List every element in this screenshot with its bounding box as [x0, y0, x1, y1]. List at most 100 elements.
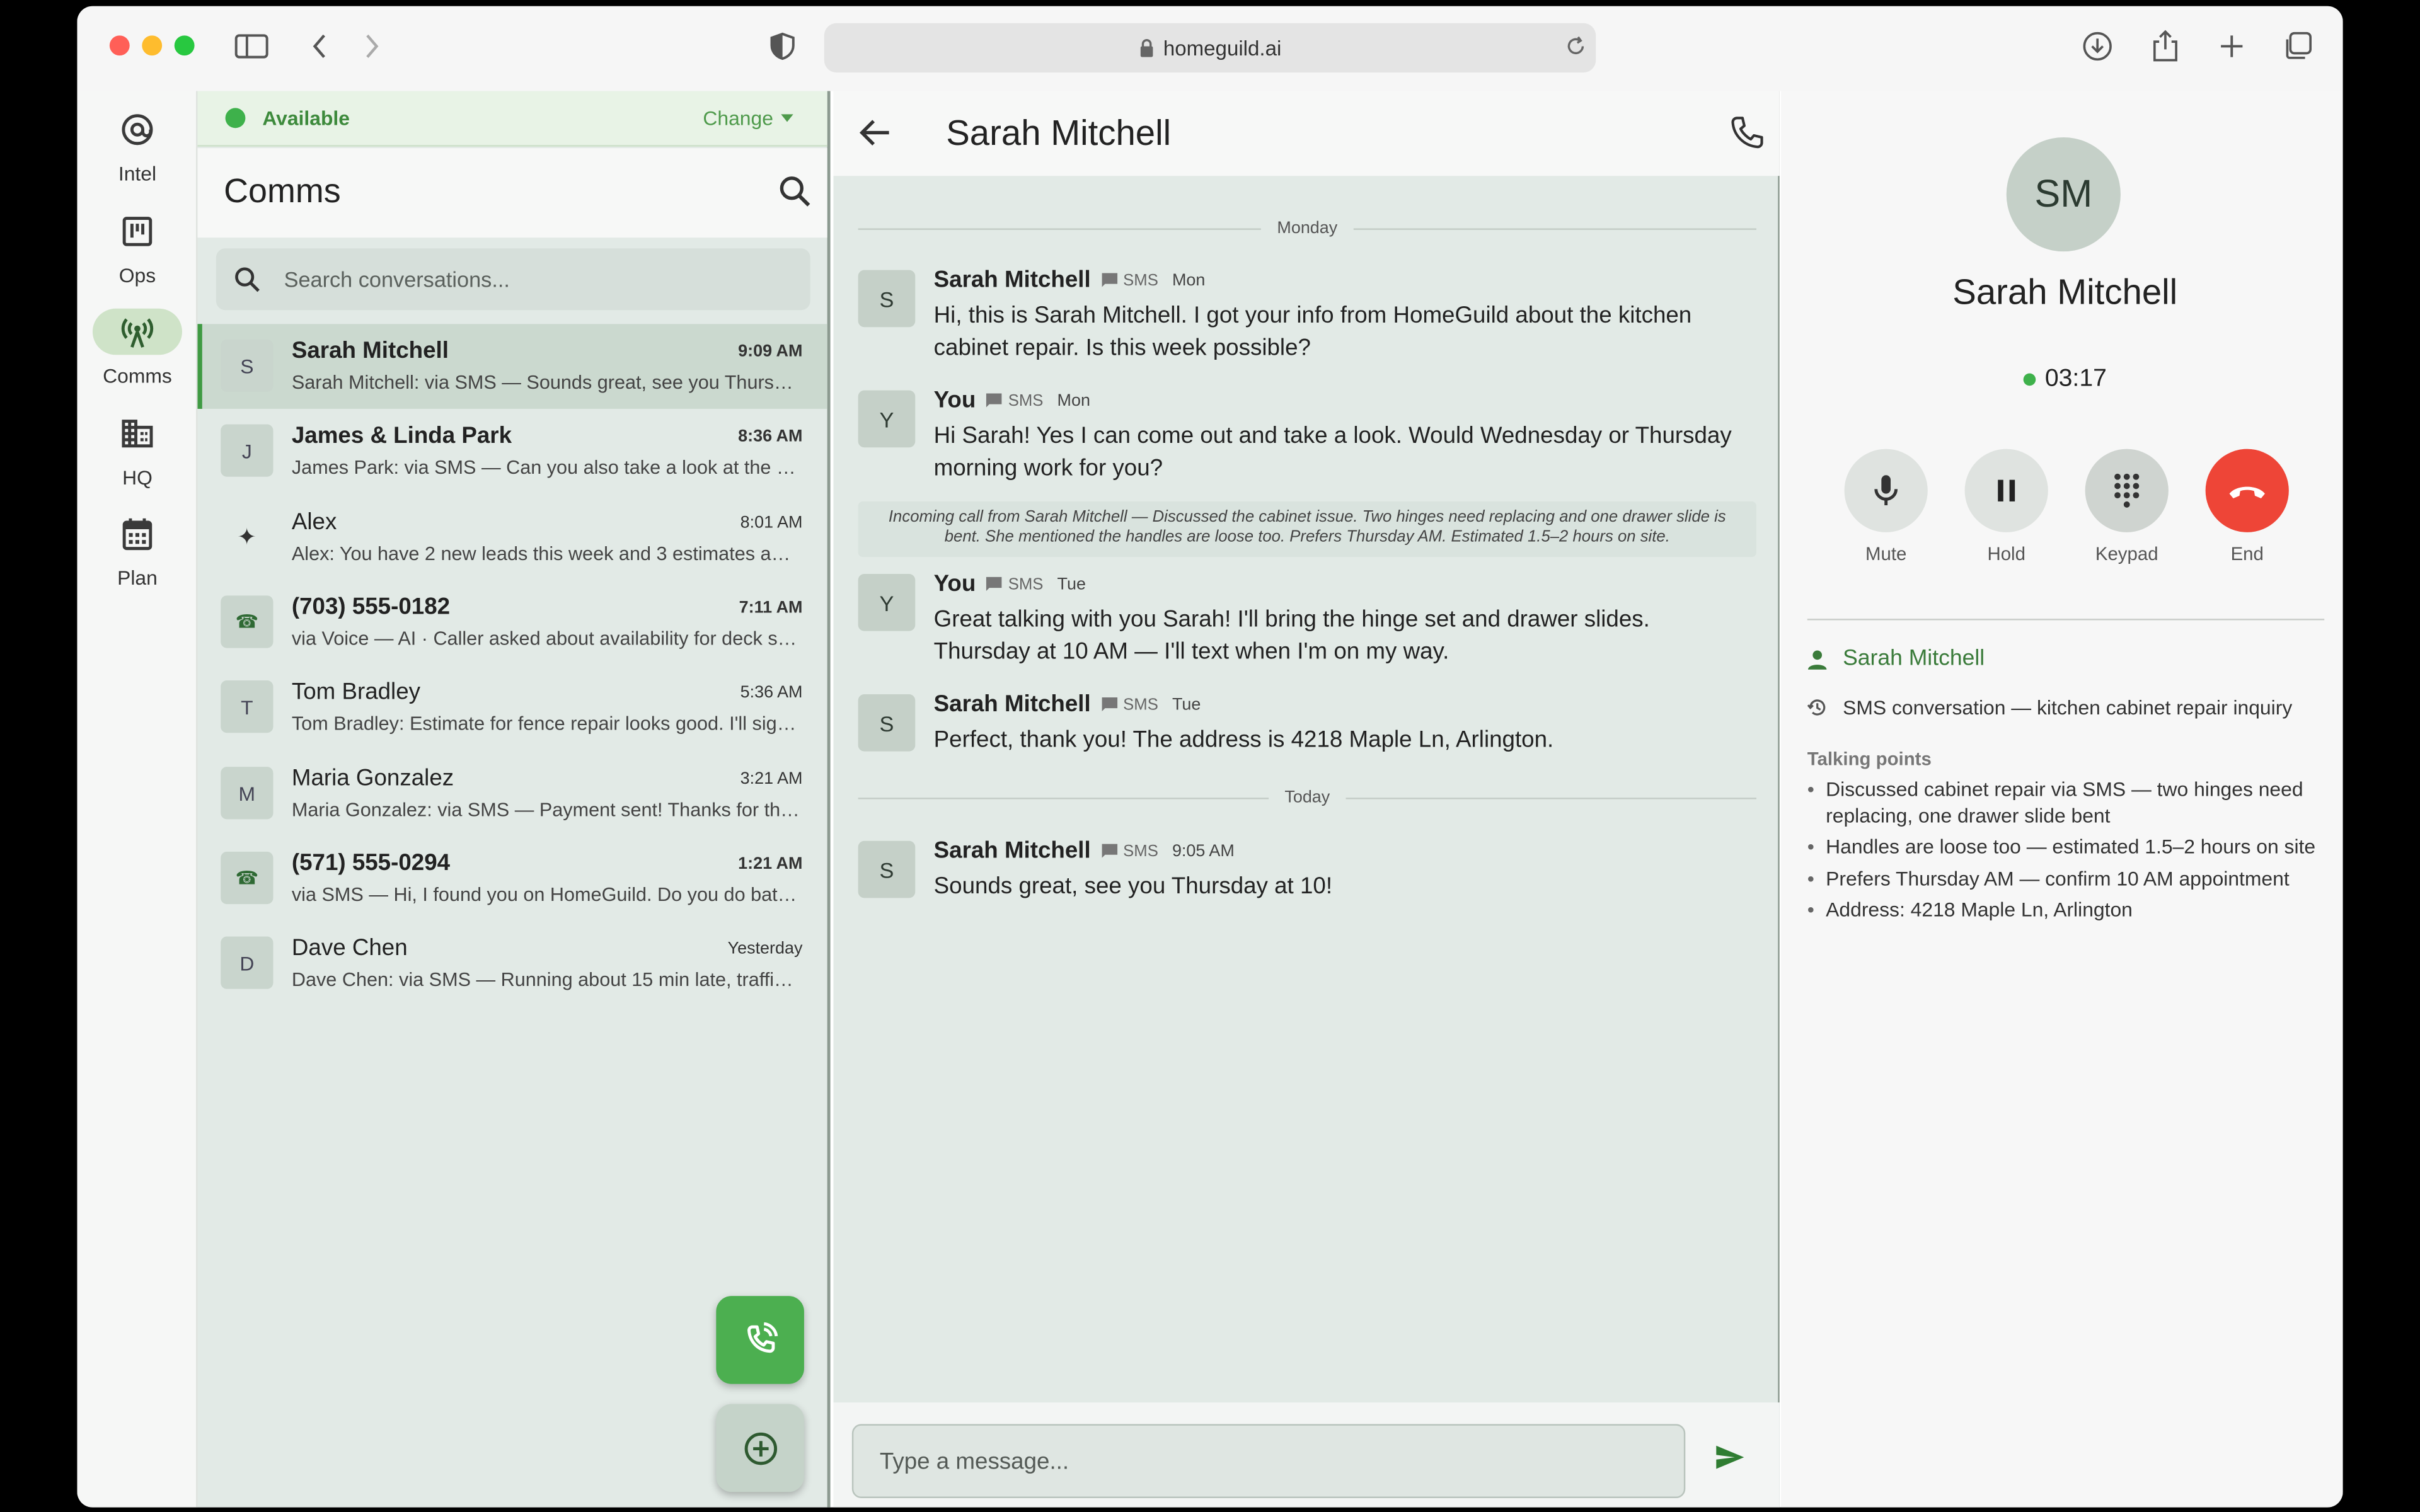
forward-icon[interactable]: [354, 28, 391, 65]
lock-icon: [1139, 38, 1154, 57]
avatar: S: [858, 840, 916, 898]
talking-point: Discussed cabinet repair via SMS — two h…: [1807, 777, 2332, 828]
microphone-icon: [1844, 449, 1928, 532]
phone-icon: [1731, 117, 1763, 149]
send-button[interactable]: [1715, 1444, 1746, 1470]
conversation-item-alex[interactable]: ✦ Alex 8:01 AM Alex: You have 2 new lead…: [197, 495, 827, 580]
minimize-window-button[interactable]: [142, 35, 163, 56]
message-text: Hi, this is Sarah Mitchell. I got your i…: [933, 302, 1692, 362]
conversation-preview: Alex: You have 2 new leads this week and…: [291, 543, 801, 565]
sidebar-toggle-icon[interactable]: [233, 28, 270, 65]
conversation-item-571-555-0294[interactable]: ☎ (571) 555-0294 1:21 AM via SMS — Hi, I…: [197, 836, 827, 921]
conversation-name: Sarah Mitchell: [291, 338, 449, 364]
history-icon: [1807, 699, 1826, 716]
tab-overview-icon[interactable]: [2279, 28, 2317, 65]
reload-icon[interactable]: [1565, 35, 1586, 57]
message-sender: Sarah Mitchell: [933, 691, 1091, 718]
conversation-time: 8:36 AM: [738, 427, 803, 446]
privacy-shield-icon[interactable]: [764, 28, 801, 65]
message-composer: [833, 1402, 1780, 1508]
message-text: Great talking with you Sarah! I'll bring…: [933, 606, 1650, 665]
sparkle-icon: ✦: [237, 524, 257, 551]
talking-point: Handles are loose too — estimated 1.5–2 …: [1807, 835, 2332, 860]
message-time: Mon: [1172, 270, 1206, 290]
rail-item-ops[interactable]: Ops: [77, 209, 197, 287]
control-label: Mute: [1865, 543, 1907, 565]
avatar: Y: [858, 574, 916, 631]
back-icon[interactable]: [301, 28, 338, 65]
at-sign-icon: [93, 106, 182, 152]
new-call-button[interactable]: [716, 1296, 804, 1384]
keypad-button[interactable]: Keypad: [2080, 449, 2173, 564]
rail-label: Comms: [103, 364, 172, 387]
divider: [1807, 619, 2325, 621]
rail-item-comms[interactable]: Comms: [77, 308, 197, 387]
hold-button[interactable]: Hold: [1960, 449, 2053, 565]
channel-label: SMS: [1123, 270, 1158, 290]
call-summary-note: Incoming call from Sarah Mitchell — Disc…: [858, 501, 1756, 558]
day-label: Monday: [1277, 219, 1338, 238]
avatar: D: [221, 936, 274, 989]
rail-label: Intel: [118, 162, 157, 185]
new-conversation-button[interactable]: [716, 1404, 804, 1492]
conversation-item-703-555-0182[interactable]: ☎ (703) 555-0182 7:11 AM via Voice — AI …: [197, 580, 827, 665]
message-input[interactable]: [851, 1424, 1686, 1498]
conversation-item-dave-chen[interactable]: D Dave Chen Yesterday Dave Chen: via SMS…: [197, 921, 827, 1006]
conversation-time: 7:11 AM: [739, 598, 803, 617]
back-button[interactable]: [858, 116, 892, 150]
building-icon: [93, 410, 182, 456]
zoom-window-button[interactable]: [174, 35, 195, 56]
search-button[interactable]: [778, 175, 812, 209]
conversation-preview: Dave Chen: via SMS — Running about 15 mi…: [291, 968, 802, 991]
search-icon: [780, 176, 810, 207]
browser-window: homeguild.ai Intel Ops Comms HQ Plan Ava…: [77, 6, 2343, 1508]
download-icon[interactable]: [2079, 28, 2116, 65]
availability-status: Available: [262, 106, 350, 130]
message-text: Sounds great, see you Thursday at 10!: [933, 873, 1333, 900]
rail-item-intel[interactable]: Intel: [77, 106, 197, 185]
avatar: T: [221, 680, 274, 733]
arrow-left-icon: [859, 120, 889, 146]
message-header: Sarah Mitchell SMS Mon: [934, 267, 1206, 294]
change-status-label: Change: [703, 106, 773, 130]
contact-link[interactable]: Sarah Mitchell: [1807, 646, 1985, 671]
message-sender: Sarah Mitchell: [933, 266, 1091, 294]
active-call-panel: SM Sarah Mitchell 03:17 Mute Hold Keypad: [1781, 91, 2343, 1508]
rail-item-hq[interactable]: HQ: [77, 410, 197, 489]
talking-point: Prefers Thursday AM — confirm 10 AM appo…: [1807, 866, 2332, 891]
conversation-item-sarah-mitchell[interactable]: S Sarah Mitchell 9:09 AM Sarah Mitchell:…: [197, 324, 827, 409]
conversation-preview: via Voice — AI · Caller asked about avai…: [291, 627, 802, 650]
close-window-button[interactable]: [109, 35, 130, 56]
search-field[interactable]: [216, 248, 810, 311]
end-call-button[interactable]: End: [2201, 449, 2293, 564]
address-bar[interactable]: homeguild.ai: [824, 23, 1596, 73]
conversation-time: 9:09 AM: [738, 342, 803, 362]
message-time: Tue: [1172, 695, 1201, 714]
comms-header: Comms: [197, 148, 827, 238]
day-label: Today: [1284, 788, 1330, 807]
mute-button[interactable]: Mute: [1840, 449, 1932, 565]
conversation-item-tom-bradley[interactable]: T Tom Bradley 5:36 AM Tom Bradley: Estim…: [197, 665, 827, 750]
new-tab-icon[interactable]: [2213, 28, 2250, 65]
summary-text: SMS conversation — kitchen cabinet repai…: [1843, 696, 2293, 719]
phone-call-icon: [746, 1321, 778, 1353]
talking-point: Address: 4218 Maple Ln, Arlington: [1807, 898, 2332, 923]
rail-item-plan[interactable]: Plan: [77, 511, 197, 590]
channel-badge: SMS: [985, 575, 1043, 593]
change-status-button[interactable]: Change: [703, 106, 793, 130]
control-label: Hold: [1987, 543, 2025, 565]
availability-bar: Available Change: [197, 91, 827, 147]
message-text: Perfect, thank you! The address is 4218 …: [933, 726, 1554, 753]
search-input[interactable]: [284, 248, 793, 311]
search-icon: [233, 265, 261, 293]
hangup-icon: [2205, 449, 2289, 532]
call-button[interactable]: [1730, 116, 1764, 150]
talking-points-list: Discussed cabinet repair via SMS — two h…: [1807, 777, 2332, 929]
conversation-name: James & Linda Park: [291, 423, 512, 449]
conversation-item-maria-gonzalez[interactable]: M Maria Gonzalez 3:21 AM Maria Gonzalez:…: [197, 752, 827, 837]
share-icon[interactable]: [2147, 28, 2184, 65]
conversation-name: Tom Bradley: [291, 679, 421, 706]
channel-badge: SMS: [1100, 842, 1158, 860]
rail-label: HQ: [122, 466, 153, 490]
conversation-item-james-linda-park[interactable]: J James & Linda Park 8:36 AM James Park:…: [197, 409, 827, 494]
